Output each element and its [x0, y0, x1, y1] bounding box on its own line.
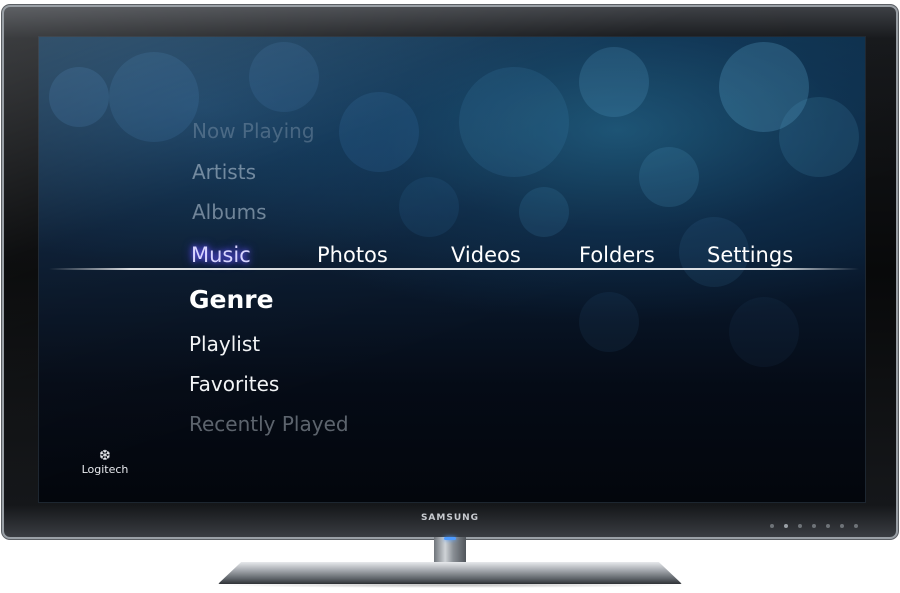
tv-control-button[interactable]: [840, 524, 844, 528]
submenu-item-genre[interactable]: Genre: [189, 285, 274, 314]
tv-brand-label: SAMSUNG: [420, 513, 480, 523]
bokeh-light: [519, 187, 569, 237]
bokeh-light: [49, 67, 109, 127]
bokeh-light: [639, 147, 699, 207]
bokeh-light: [249, 42, 319, 112]
tv-control-button[interactable]: [798, 524, 802, 528]
logitech-icon: ❆: [99, 448, 111, 464]
submenu-item-playlist[interactable]: Playlist: [189, 332, 260, 356]
bokeh-light: [779, 97, 859, 177]
logo-text: Logitech: [81, 463, 129, 476]
tv-control-button[interactable]: [826, 524, 830, 528]
bokeh-light: [109, 52, 199, 142]
tab-folders[interactable]: Folders: [579, 243, 655, 267]
bokeh-light: [729, 297, 799, 367]
tab-divider: [49, 268, 859, 270]
menu-item-now-playing[interactable]: Now Playing: [192, 119, 315, 143]
tab-videos[interactable]: Videos: [451, 243, 521, 267]
bokeh-light: [339, 92, 419, 172]
bokeh-light: [719, 42, 809, 132]
tab-settings[interactable]: Settings: [707, 243, 793, 267]
tv-screen: Now Playing Artists Albums Music Photos …: [38, 36, 866, 503]
tab-music[interactable]: Music: [191, 243, 251, 267]
tv-stand-neck: [434, 537, 466, 565]
bokeh-light: [579, 47, 649, 117]
bokeh-light: [459, 67, 569, 177]
power-indicator-light: [444, 537, 456, 540]
menu-item-artists[interactable]: Artists: [192, 160, 256, 184]
tv-control-button[interactable]: [784, 524, 788, 528]
bokeh-light: [579, 292, 639, 352]
logitech-logo: ❆ Logitech: [75, 449, 135, 476]
tab-photos[interactable]: Photos: [317, 243, 388, 267]
bokeh-light: [399, 177, 459, 237]
tv-stand-shadow: [210, 582, 690, 588]
submenu-item-recently-played[interactable]: Recently Played: [189, 412, 349, 436]
submenu-item-favorites[interactable]: Favorites: [189, 372, 279, 396]
tv-stand-base: [218, 562, 682, 584]
tv-control-button[interactable]: [812, 524, 816, 528]
menu-item-albums[interactable]: Albums: [192, 200, 267, 224]
tv-control-button[interactable]: [854, 524, 858, 528]
tv-control-button[interactable]: [770, 524, 774, 528]
